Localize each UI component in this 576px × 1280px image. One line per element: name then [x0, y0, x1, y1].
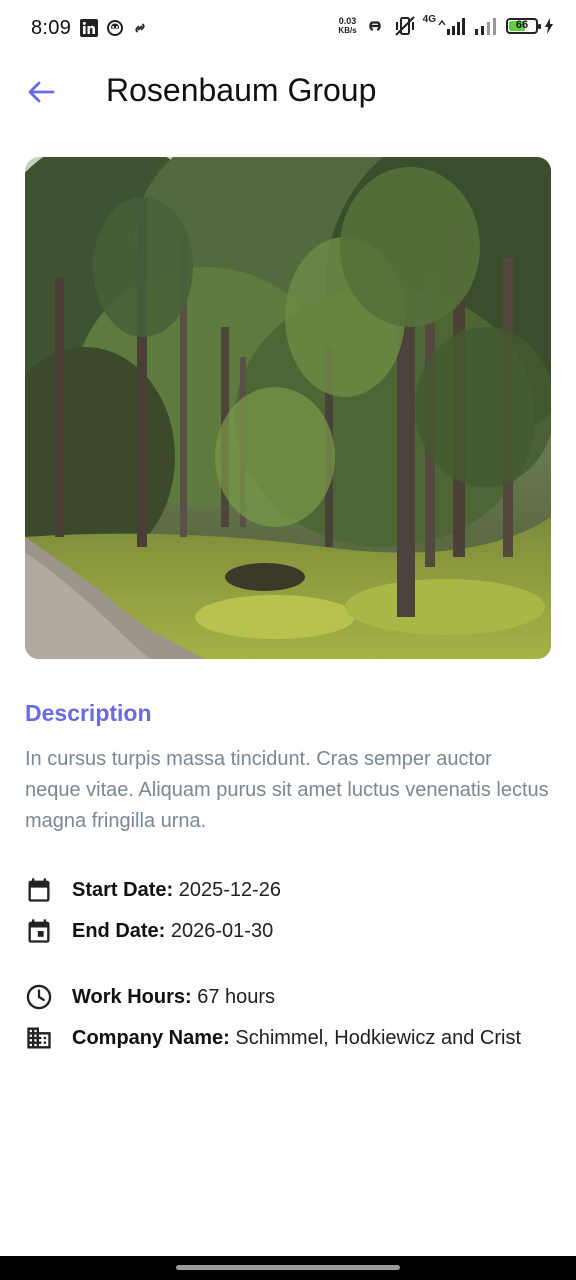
work-hours-label: Work Hours:: [72, 985, 192, 1008]
signal-icon: [438, 18, 465, 35]
event-icon: [25, 917, 53, 945]
link-icon: [135, 23, 145, 33]
company-name-value: Schimmel, Hodkiewicz and Crist: [229, 1026, 522, 1049]
navigation-bar: [0, 1256, 576, 1280]
work-hours-row: Work Hours: 67 hours: [25, 982, 275, 1012]
battery-icon: 66: [506, 18, 541, 34]
ghost-icon: [107, 20, 123, 36]
start-date-value: 2025-12-26: [173, 878, 282, 901]
company-name-label: Company Name:: [72, 1026, 230, 1049]
work-hours-value: 67 hours: [191, 985, 276, 1008]
app-bar: Rosenbaum Group: [0, 58, 576, 124]
network-speed: 0.03 KB/s: [338, 16, 357, 36]
start-date-text: Start Date: 2025-12-26: [72, 879, 281, 902]
work-hours-text: Work Hours: 67 hours: [72, 986, 275, 1009]
clock-icon: [25, 983, 53, 1011]
speed-value: 0.03: [338, 16, 357, 26]
calendar-icon: [25, 876, 53, 904]
battery-level: 66: [515, 19, 529, 31]
end-date-text: End Date: 2026-01-30: [72, 920, 273, 943]
end-date-value: 2026-01-30: [165, 919, 274, 942]
start-date-label: Start Date:: [72, 878, 174, 901]
status-time: 8:09: [31, 17, 72, 39]
description-heading: Description: [25, 700, 152, 726]
vibrate-off-icon: [394, 16, 415, 36]
linkedin-icon: [80, 19, 98, 37]
back-button[interactable]: [22, 74, 60, 110]
hotspot-icon: [368, 21, 381, 31]
speed-unit: KB/s: [338, 26, 357, 35]
company-name-row: Company Name: Schimmel, Hodkiewicz and C…: [25, 1023, 521, 1053]
charging-icon: [545, 18, 553, 34]
start-date-row: Start Date: 2025-12-26: [25, 875, 281, 905]
signal-icon: [475, 18, 496, 35]
end-date-row: End Date: 2026-01-30: [25, 916, 273, 946]
arrow-left-icon: [28, 81, 55, 103]
end-date-label: End Date:: [72, 919, 166, 942]
building-icon: [25, 1024, 53, 1052]
home-gesture-handle[interactable]: [176, 1265, 400, 1270]
company-name-text: Company Name: Schimmel, Hodkiewicz and C…: [72, 1027, 521, 1050]
status-bar: 8:09 0.03 KB/s 4G 66: [0, 0, 576, 58]
system-status-icons: 0.03 KB/s 4G 66: [338, 13, 554, 37]
notification-icons: [80, 19, 148, 37]
project-image: [25, 157, 551, 659]
page-title: Rosenbaum Group: [106, 72, 377, 108]
description-text: In cursus turpis massa tincidunt. Cras s…: [25, 748, 549, 832]
network-type: 4G: [422, 13, 436, 25]
